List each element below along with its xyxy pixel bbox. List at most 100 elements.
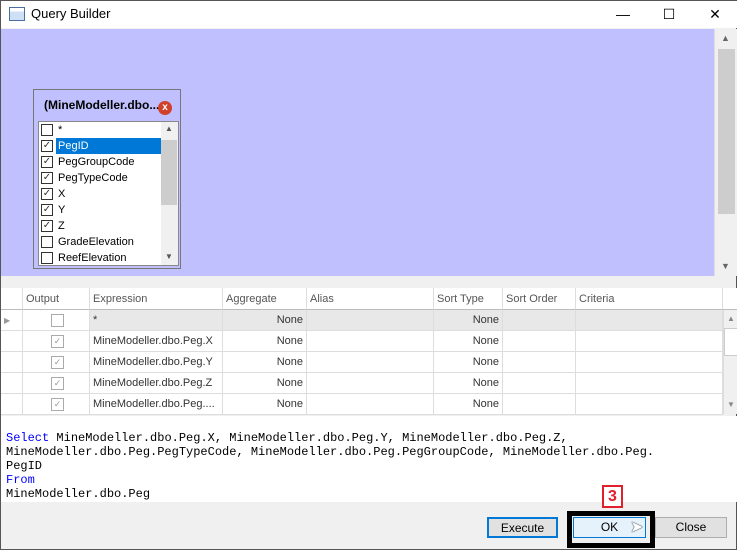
aggregate-cell[interactable]: None: [223, 310, 307, 331]
output-cell[interactable]: ✓: [23, 394, 90, 415]
alias-cell[interactable]: [307, 310, 434, 331]
column-list-item[interactable]: ✓ Y: [39, 202, 161, 218]
column-header[interactable]: Sort Order: [503, 288, 576, 310]
expression-cell[interactable]: *: [90, 310, 223, 331]
alias-cell[interactable]: [307, 352, 434, 373]
checkbox[interactable]: ✓: [41, 172, 53, 184]
alias-cell[interactable]: [307, 394, 434, 415]
criteria-cell[interactable]: [576, 373, 723, 394]
output-cell[interactable]: ✓: [23, 352, 90, 373]
column-list-item[interactable]: ✓ PegID: [39, 138, 161, 154]
diagram-pane[interactable]: (MineModeller.dbo... x * ✓ PegID ✓ PegGroupC…: [1, 29, 714, 276]
table-box[interactable]: (MineModeller.dbo... x * ✓ PegID ✓ PegGroupC…: [33, 89, 181, 269]
criteria-cell[interactable]: [576, 394, 723, 415]
sort-order-cell[interactable]: [503, 394, 576, 415]
aggregate-cell[interactable]: None: [223, 373, 307, 394]
output-cell[interactable]: [23, 310, 90, 331]
table-row[interactable]: ✓ MineModeller.dbo.Peg.Y None None: [1, 352, 723, 373]
checkbox[interactable]: ✓: [41, 204, 53, 216]
table-row[interactable]: ✓ MineModeller.dbo.Peg.X None None: [1, 331, 723, 352]
row-selector[interactable]: ▶: [1, 310, 23, 331]
aggregate-cell[interactable]: None: [223, 331, 307, 352]
checkbox[interactable]: [41, 124, 53, 136]
alias-cell[interactable]: [307, 331, 434, 352]
row-selector[interactable]: [1, 352, 23, 373]
column-header[interactable]: Output: [23, 288, 90, 310]
criteria-grid[interactable]: Output Expression Aggregate Alias Sort Type S…: [1, 288, 737, 415]
sort-type-cell[interactable]: None: [434, 394, 503, 415]
column-list-item[interactable]: ✓ Z: [39, 218, 161, 234]
column-name: PegID: [56, 138, 161, 154]
output-checkbox[interactable]: [51, 314, 64, 327]
select-keyword: Select: [6, 431, 50, 445]
row-selector[interactable]: [1, 331, 23, 352]
column-list-item[interactable]: ReefElevation: [39, 250, 161, 265]
close-button[interactable]: Close: [655, 517, 727, 538]
column-header[interactable]: Alias: [307, 288, 434, 310]
sort-order-cell[interactable]: [503, 352, 576, 373]
grid-scrollbar[interactable]: ▲ ▼: [723, 310, 737, 414]
output-checkbox[interactable]: ✓: [51, 377, 64, 390]
table-row[interactable]: ✓ MineModeller.dbo.Peg.... None None: [1, 394, 723, 415]
checkbox[interactable]: ✓: [41, 156, 53, 168]
minimize-button[interactable]: —: [600, 1, 646, 28]
sort-type-cell[interactable]: None: [434, 373, 503, 394]
remove-table-icon[interactable]: x: [158, 101, 172, 115]
diagram-scrollbar[interactable]: ▲ ▼: [714, 29, 737, 276]
column-name: GradeElevation: [58, 236, 134, 248]
sort-order-cell[interactable]: [503, 373, 576, 394]
table-title: (MineModeller.dbo...: [44, 98, 160, 112]
column-header[interactable]: Expression: [90, 288, 223, 310]
checkbox[interactable]: ✓: [41, 140, 53, 152]
sort-order-cell[interactable]: [503, 310, 576, 331]
table-row[interactable]: ▶ * None None: [1, 310, 723, 331]
column-header[interactable]: Aggregate: [223, 288, 307, 310]
column-list-item[interactable]: GradeElevation: [39, 234, 161, 250]
expression-cell[interactable]: MineModeller.dbo.Peg.Z: [90, 373, 223, 394]
sort-type-cell[interactable]: None: [434, 352, 503, 373]
column-list[interactable]: * ✓ PegID ✓ PegGroupCode ✓ PegTypeCode ✓ X ✓ Y ✓ Z Gr…: [38, 121, 179, 266]
checkbox[interactable]: ✓: [41, 220, 53, 232]
sort-type-cell[interactable]: None: [434, 310, 503, 331]
execute-button[interactable]: Execute: [487, 517, 558, 538]
row-selector[interactable]: [1, 373, 23, 394]
aggregate-cell[interactable]: None: [223, 394, 307, 415]
select-body: MineModeller.dbo.Peg.X, MineModeller.dbo…: [6, 431, 655, 473]
checkbox[interactable]: [41, 236, 53, 248]
criteria-cell[interactable]: [576, 310, 723, 331]
criteria-cell[interactable]: [576, 352, 723, 373]
criteria-cell[interactable]: [576, 331, 723, 352]
table-row[interactable]: ✓ MineModeller.dbo.Peg.Z None None: [1, 373, 723, 394]
output-checkbox[interactable]: ✓: [51, 398, 64, 411]
row-selector[interactable]: [1, 394, 23, 415]
alias-cell[interactable]: [307, 373, 434, 394]
checkbox[interactable]: ✓: [41, 188, 53, 200]
app-icon: [9, 7, 25, 21]
expression-cell[interactable]: MineModeller.dbo.Peg.Y: [90, 352, 223, 373]
output-cell[interactable]: ✓: [23, 331, 90, 352]
column-header[interactable]: Sort Type: [434, 288, 503, 310]
list-scrollbar[interactable]: ▲ ▼: [161, 122, 178, 265]
column-list-item[interactable]: *: [39, 122, 161, 138]
column-name: Y: [58, 204, 66, 216]
column-name: X: [58, 188, 66, 200]
aggregate-cell[interactable]: None: [223, 352, 307, 373]
window-title: Query Builder: [31, 6, 111, 21]
expression-cell[interactable]: MineModeller.dbo.Peg.X: [90, 331, 223, 352]
expression-cell[interactable]: MineModeller.dbo.Peg....: [90, 394, 223, 415]
column-list-item[interactable]: ✓ PegGroupCode: [39, 154, 161, 170]
column-header[interactable]: Criteria: [576, 288, 723, 310]
step-badge: 3: [602, 485, 623, 508]
close-window-button[interactable]: ✕: [692, 1, 737, 28]
sort-type-cell[interactable]: None: [434, 331, 503, 352]
column-list-item[interactable]: ✓ PegTypeCode: [39, 170, 161, 186]
maximize-button[interactable]: ☐: [646, 1, 692, 28]
output-cell[interactable]: ✓: [23, 373, 90, 394]
header-filler: [723, 288, 737, 310]
sort-order-cell[interactable]: [503, 331, 576, 352]
output-checkbox[interactable]: ✓: [51, 356, 64, 369]
output-checkbox[interactable]: ✓: [51, 335, 64, 348]
sql-pane[interactable]: Select MineModeller.dbo.Peg.X, MineModel…: [1, 416, 737, 502]
column-list-item[interactable]: ✓ X: [39, 186, 161, 202]
checkbox[interactable]: [41, 252, 53, 264]
